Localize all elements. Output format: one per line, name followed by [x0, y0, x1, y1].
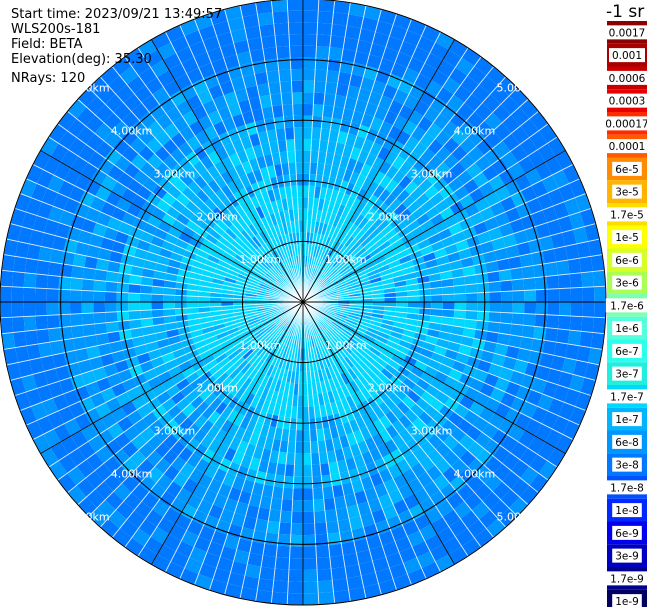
instrument-label: WLS200s-181 [11, 22, 101, 37]
colorbar-tick-label: 1.7e-8 [610, 482, 644, 494]
colorbar-tick-label: 6e-6 [615, 255, 639, 267]
elevation-label: Elevation(deg): 35.30 [11, 52, 152, 67]
colorbar-tick-label: 0.00017 [605, 118, 647, 130]
colorbar-tick-label: 3e-6 [615, 278, 639, 290]
colorbar-tick-label: 1.7e-9 [610, 573, 644, 585]
colorbar-tick-label: 0.001 [612, 50, 642, 62]
colorbar-tick-label: 1e-9 [615, 596, 639, 607]
colorbar-tick-label: 6e-8 [615, 437, 639, 449]
colorbar-tick-label: 1e-8 [615, 505, 639, 517]
colorbar-tick-label: 6e-9 [615, 528, 639, 540]
colorbar-tick-label: 0.0017 [609, 27, 646, 39]
colorbar-tick-label: 1.7e-7 [610, 391, 644, 403]
field-label: Field: BETA [11, 37, 83, 52]
colorbar-tick-label: 6e-7 [615, 346, 639, 358]
colorbar-tick-label: 1.7e-6 [610, 300, 644, 312]
colorbar-tick-label: 3e-9 [615, 551, 639, 563]
colorbar-tick-label: 3e-7 [615, 369, 639, 381]
colorbar-tick-label: 0.0001 [609, 141, 646, 153]
colorbar-tick-label: 1.7e-5 [610, 209, 644, 221]
colorbar-tick-label: 6e-5 [615, 164, 639, 176]
colorbar-tick-label: 3e-5 [615, 187, 639, 199]
colorbar-tick-label: 1e-7 [615, 414, 639, 426]
colorbar-tick-label: 3e-8 [615, 460, 639, 472]
nrays-label: NRays: 120 [11, 71, 86, 86]
start-time-label: Start time: 2023/09/21 13:49:57 [11, 7, 223, 22]
colorbar-tick-label: 1e-6 [615, 323, 639, 335]
colorbar-title: -1 sr [606, 2, 644, 22]
colorbar-tick-label: 0.0003 [609, 96, 646, 108]
colorbar: -1 sr 0.0017 0.001 0.0006 0.0003 0.00017 0.00… [602, 2, 647, 607]
colorbar-tick-label: 0.0006 [609, 73, 646, 85]
colorbar-tick-label: 1e-5 [615, 232, 639, 244]
